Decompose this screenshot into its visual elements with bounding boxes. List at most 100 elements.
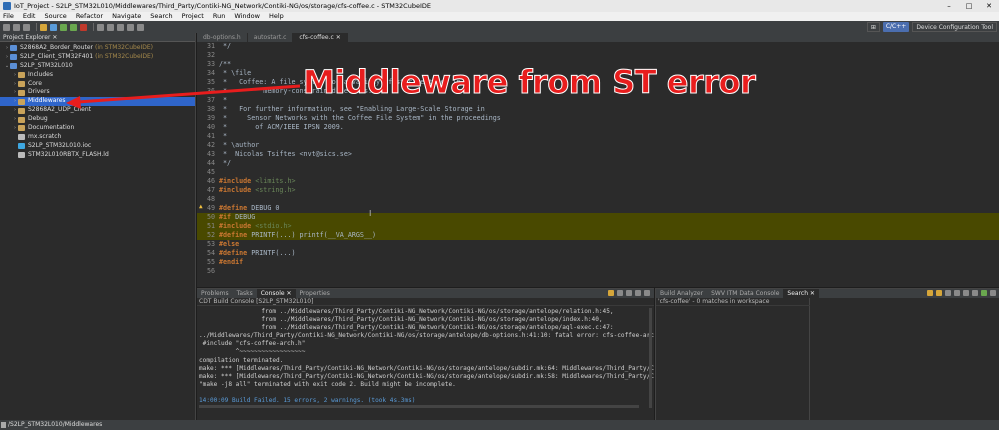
prev-match-icon[interactable] — [936, 290, 942, 296]
next-match-icon[interactable] — [927, 290, 933, 296]
tree-item[interactable]: mx.scratch — [0, 133, 195, 142]
search-panel-tab[interactable]: Build Analyzer — [656, 289, 707, 298]
code-line[interactable]: 49 #define DEBUG 0 ▲ — [197, 204, 999, 213]
collapse-all-icon[interactable] — [972, 290, 978, 296]
code-line[interactable]: 48 — [197, 195, 999, 204]
perspective-switcher: ⊞ C/C++ Device Configuration Tool — [866, 22, 997, 32]
menu-refactor[interactable]: Refactor — [76, 12, 103, 21]
minimize-button[interactable]: – — [939, 0, 959, 12]
minimize-panel-icon[interactable] — [644, 290, 650, 296]
tree-item[interactable]: › Debug — [0, 115, 195, 124]
line-number: 37 — [206, 96, 215, 104]
perspective-cpp-button[interactable]: C/C++ — [882, 22, 910, 32]
code-line[interactable]: 46 #include <limits.h> — [197, 177, 999, 186]
app-icon — [3, 2, 11, 10]
search-icon[interactable] — [97, 23, 104, 31]
code-line[interactable]: 55 #endif — [197, 258, 999, 267]
remove-all-icon[interactable] — [954, 290, 960, 296]
console-tab[interactable]: Properties — [296, 289, 334, 298]
code-line[interactable]: 54 #define PRINTF(...) — [197, 249, 999, 258]
line-number: 36 — [206, 87, 215, 95]
menu-run[interactable]: Run — [213, 12, 225, 21]
console-line: from ../Middlewares/Third_Party/Contiki-… — [199, 316, 603, 324]
view-menu-icon[interactable] — [990, 290, 996, 296]
code-line[interactable]: 50 #if DEBUG — [197, 213, 999, 222]
scroll-lock-icon[interactable] — [626, 290, 632, 296]
maximize-button[interactable]: □ — [959, 0, 979, 12]
tree-item[interactable]: › S2868A2_UDP_Client — [0, 106, 195, 115]
console-line: make: *** [Middlewares/Third_Party/Conti… — [199, 372, 654, 380]
menu-search[interactable]: Search — [150, 12, 172, 21]
menu-help[interactable]: Help — [269, 12, 284, 21]
code-line[interactable]: 32 — [197, 51, 999, 60]
code-text: * — [219, 132, 228, 140]
console-horizontal-scrollbar[interactable] — [199, 405, 639, 408]
code-line[interactable]: 44 */ — [197, 159, 999, 168]
display-console-icon[interactable] — [635, 290, 641, 296]
run-icon[interactable] — [70, 23, 77, 31]
tree-item[interactable]: › Drivers — [0, 88, 195, 97]
code-line[interactable]: 31 */ — [197, 42, 999, 51]
tree-item[interactable]: › Core — [0, 80, 195, 89]
menu-navigate[interactable]: Navigate — [112, 12, 141, 21]
menu-edit[interactable]: Edit — [23, 12, 36, 21]
console-tab[interactable]: Console ✕ — [256, 289, 296, 298]
warning-icon[interactable]: ▲ — [199, 204, 205, 210]
tree-item[interactable]: › Includes — [0, 71, 195, 80]
clear-console-icon[interactable] — [617, 290, 623, 296]
console-vertical-scrollbar[interactable] — [649, 308, 652, 408]
code-line[interactable]: 45 — [197, 168, 999, 177]
open-perspective-icon[interactable]: ⊞ — [866, 22, 880, 32]
tree-item[interactable]: ⌄ S2LP_STM32L010 — [0, 62, 195, 71]
menu-window[interactable]: Window — [234, 12, 260, 21]
folder-icon — [1, 422, 6, 428]
save-icon[interactable] — [13, 23, 20, 31]
save-all-icon[interactable] — [23, 23, 30, 31]
code-line[interactable]: 42 * \author — [197, 141, 999, 150]
perspective-device-config-button[interactable]: Device Configuration Tool — [912, 22, 997, 32]
code-line[interactable]: 47 #include <string.h> — [197, 186, 999, 195]
run-search-icon[interactable] — [981, 290, 987, 296]
code-line[interactable]: 52 #define PRINTF(...) printf(__VA_ARGS__… — [197, 231, 999, 240]
project-explorer-tab[interactable]: Project Explorer ✕ — [0, 33, 195, 42]
next-annotation-icon[interactable] — [107, 23, 114, 31]
forward-icon[interactable] — [137, 23, 144, 31]
console-tab[interactable]: Problems — [197, 289, 233, 298]
code-line[interactable]: 41 * — [197, 132, 999, 141]
code-line[interactable]: 51 #include <stdio.h> — [197, 222, 999, 231]
back-icon[interactable] — [127, 23, 134, 31]
debug-bug-icon[interactable] — [60, 23, 67, 31]
code-line[interactable]: 39 * Sensor Networks with the Coffee Fil… — [197, 114, 999, 123]
tree-item[interactable]: S2LP_STM32L010.ioc — [0, 142, 195, 151]
prev-annotation-icon[interactable] — [117, 23, 124, 31]
tree-item[interactable]: STM32L010RBTX_FLASH.ld — [0, 151, 195, 160]
tree-item[interactable]: › S2LP_Client_STM32F401 (in STM32CubeIDE) — [0, 53, 195, 62]
tree-item[interactable]: › Documentation — [0, 124, 195, 133]
code-line[interactable]: 40 * of ACM/IEEE IPSN 2009. — [197, 123, 999, 132]
pin-console-icon[interactable] — [608, 290, 614, 296]
code-line[interactable]: 53 #else — [197, 240, 999, 249]
remove-match-icon[interactable] — [945, 290, 951, 296]
preprocessor-keyword: #include — [219, 186, 252, 194]
search-panel-tab[interactable]: SWV ITM Data Console — [707, 289, 783, 298]
editor-tab[interactable]: cfs-coffee.c ✕ — [293, 33, 348, 42]
tree-item[interactable]: › Middlewares — [0, 97, 195, 107]
menu-project[interactable]: Project — [182, 12, 204, 21]
search-panel-tab[interactable]: Search ✕ — [783, 289, 819, 298]
editor-tab[interactable]: autostart.c — [248, 33, 294, 42]
editor-tab[interactable]: db-options.h — [197, 33, 248, 42]
expand-all-icon[interactable] — [963, 290, 969, 296]
code-line[interactable]: 38 * For further information, see "Enabl… — [197, 105, 999, 114]
stop-icon[interactable] — [80, 23, 87, 31]
code-line[interactable]: 56 — [197, 267, 999, 276]
code-line[interactable]: 43 * Nicolas Tsiftes <nvt@sics.se> — [197, 150, 999, 159]
menu-file[interactable]: File — [3, 12, 14, 21]
console-tab[interactable]: Tasks — [233, 289, 257, 298]
tree-item[interactable]: › S2868A2_Border_Router (in STM32CubeIDE) — [0, 44, 195, 53]
menu-source[interactable]: Source — [44, 12, 66, 21]
build-hammer-icon[interactable] — [40, 23, 47, 31]
new-icon[interactable] — [3, 23, 10, 31]
preprocessor-keyword: #else — [219, 240, 240, 248]
build-config-icon[interactable] — [50, 23, 57, 31]
close-window-button[interactable]: ✕ — [979, 0, 999, 12]
